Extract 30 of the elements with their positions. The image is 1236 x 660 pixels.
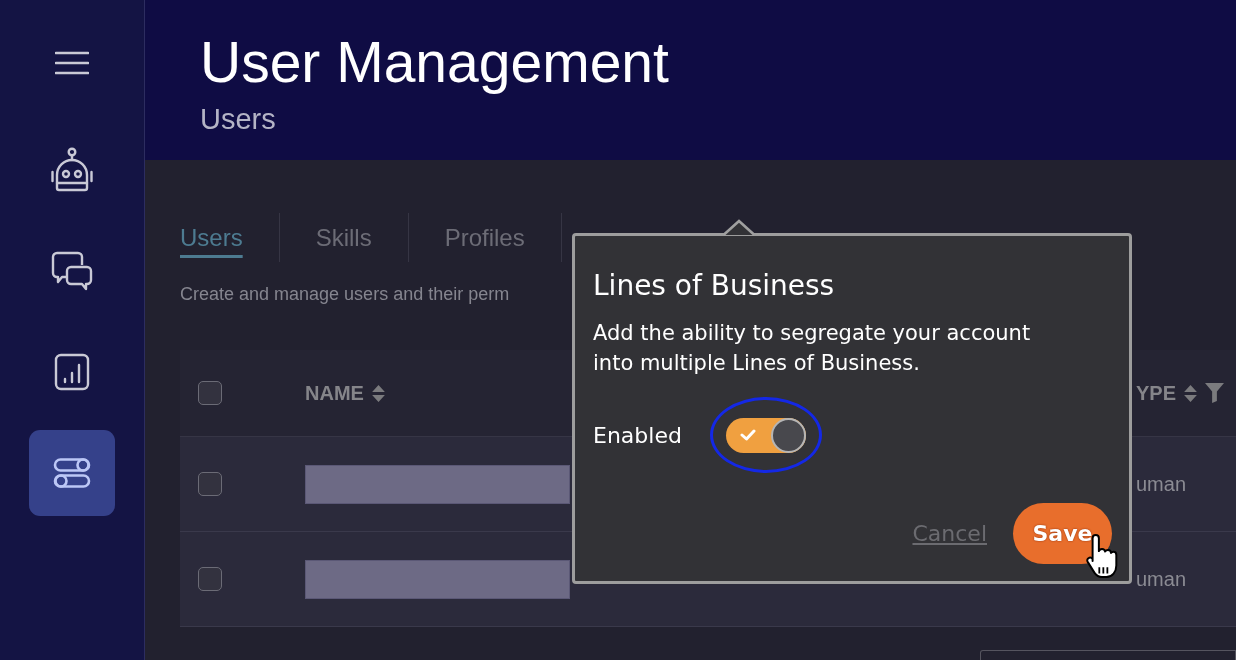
input-field[interactable] — [980, 650, 1236, 660]
cancel-link[interactable]: Cancel — [912, 521, 987, 546]
column-header: YPE — [1136, 381, 1177, 405]
description-text: Create and manage users and their perm — [180, 283, 510, 305]
menu-icon[interactable] — [55, 51, 89, 75]
filter-icon[interactable] — [1205, 383, 1225, 403]
table-cell: uman — [1136, 472, 1187, 496]
chat-bubbles-icon — [51, 251, 93, 291]
column-header: NAME — [305, 381, 364, 405]
dialog-text: Add the ability to segregate your account into multiple Lines of Business. — [593, 320, 1032, 377]
sort-icon[interactable] — [1184, 384, 1198, 402]
bar-chart-icon — [54, 353, 90, 391]
checkbox[interactable] — [198, 381, 222, 405]
toggle-label: Enabled — [593, 422, 682, 448]
toggle-knob — [770, 417, 806, 453]
sort-icon[interactable] — [371, 384, 385, 402]
dialog-title: Lines of Business — [593, 269, 835, 303]
check-icon — [739, 428, 756, 441]
tab[interactable]: Skills — [279, 213, 409, 262]
save-button[interactable]: Save — [1013, 503, 1112, 564]
robot-icon — [50, 147, 94, 193]
table-cell: uman — [1136, 567, 1187, 591]
page-subtitle: Users — [200, 105, 277, 134]
toggles-icon — [53, 457, 91, 489]
checkbox[interactable] — [198, 567, 222, 591]
checkbox[interactable] — [198, 472, 222, 496]
tab[interactable]: Users — [180, 213, 280, 262]
toggle-switch[interactable] — [709, 397, 822, 473]
nav-item[interactable] — [29, 430, 115, 516]
tab[interactable]: Profiles — [408, 213, 562, 262]
